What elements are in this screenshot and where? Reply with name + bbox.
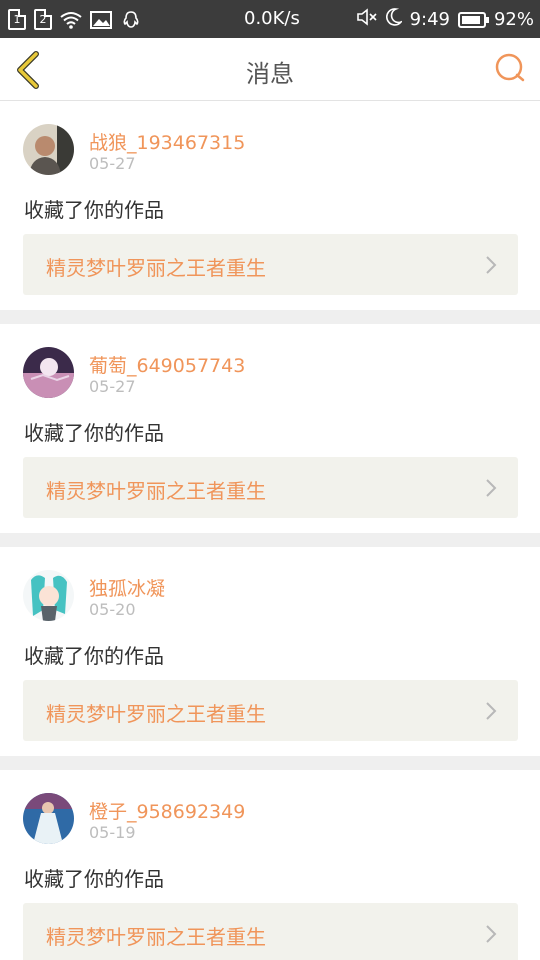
username[interactable]: 战狼_193467315 [89, 128, 245, 155]
page-title: 消息 [246, 60, 294, 88]
qq-icon [120, 10, 142, 30]
avatar[interactable] [23, 347, 74, 398]
image-icon [90, 10, 112, 30]
status-bar: 1 2 0.0K/s 9:49 92% [0, 0, 540, 38]
sim1-label: 1 [13, 13, 21, 26]
list-item: 葡萄_649057743 05-27 收藏了你的作品 精灵梦叶罗丽之王者重生 [0, 324, 540, 533]
sim-card-1-icon: 1 [8, 9, 26, 30]
work-title: 精灵梦叶罗丽之王者重生 [46, 702, 266, 726]
avatar[interactable] [23, 570, 74, 621]
message-action: 收藏了你的作品 [24, 198, 164, 222]
sim2-label: 2 [39, 13, 47, 26]
work-link[interactable]: 精灵梦叶罗丽之王者重生 [23, 680, 518, 741]
message-action: 收藏了你的作品 [24, 644, 164, 668]
chevron-right-icon [486, 925, 497, 943]
avatar[interactable] [23, 124, 74, 175]
chevron-right-icon [486, 256, 497, 274]
username[interactable]: 独孤冰凝 [89, 574, 165, 601]
moon-icon [385, 8, 404, 31]
work-link[interactable]: 精灵梦叶罗丽之王者重生 [23, 457, 518, 518]
message-date: 05-27 [89, 377, 136, 396]
work-title: 精灵梦叶罗丽之王者重生 [46, 479, 266, 503]
message-list: 战狼_193467315 05-27 收藏了你的作品 精灵梦叶罗丽之王者重生 葡… [0, 101, 540, 960]
network-speed: 0.0K/s [244, 8, 300, 29]
username[interactable]: 橙子_958692349 [89, 797, 245, 824]
avatar[interactable] [23, 793, 74, 844]
work-title: 精灵梦叶罗丽之王者重生 [46, 925, 266, 949]
work-link[interactable]: 精灵梦叶罗丽之王者重生 [23, 234, 518, 295]
sim-card-2-icon: 2 [34, 9, 52, 30]
status-left: 1 2 [8, 9, 142, 30]
wifi-icon [60, 10, 82, 30]
message-date: 05-20 [89, 600, 136, 619]
username[interactable]: 葡萄_649057743 [89, 351, 245, 378]
list-item: 独孤冰凝 05-20 收藏了你的作品 精灵梦叶罗丽之王者重生 [0, 547, 540, 756]
battery-percent: 92% [493, 9, 534, 30]
work-title: 精灵梦叶罗丽之王者重生 [46, 256, 266, 280]
mute-icon [356, 8, 378, 31]
battery-icon [457, 11, 489, 28]
message-action: 收藏了你的作品 [24, 421, 164, 445]
message-action: 收藏了你的作品 [24, 867, 164, 891]
chevron-right-icon [486, 702, 497, 720]
message-date: 05-27 [89, 154, 136, 173]
search-button[interactable] [494, 52, 526, 84]
status-right: 9:49 92% [356, 8, 534, 31]
chevron-right-icon [486, 479, 497, 497]
work-link[interactable]: 精灵梦叶罗丽之王者重生 [23, 903, 518, 960]
app-header: 消息 [0, 38, 540, 101]
clock: 9:49 [409, 9, 450, 30]
message-date: 05-19 [89, 823, 136, 842]
list-item: 战狼_193467315 05-27 收藏了你的作品 精灵梦叶罗丽之王者重生 [0, 101, 540, 310]
search-icon [495, 53, 525, 82]
list-item: 橙子_958692349 05-19 收藏了你的作品 精灵梦叶罗丽之王者重生 [0, 770, 540, 960]
